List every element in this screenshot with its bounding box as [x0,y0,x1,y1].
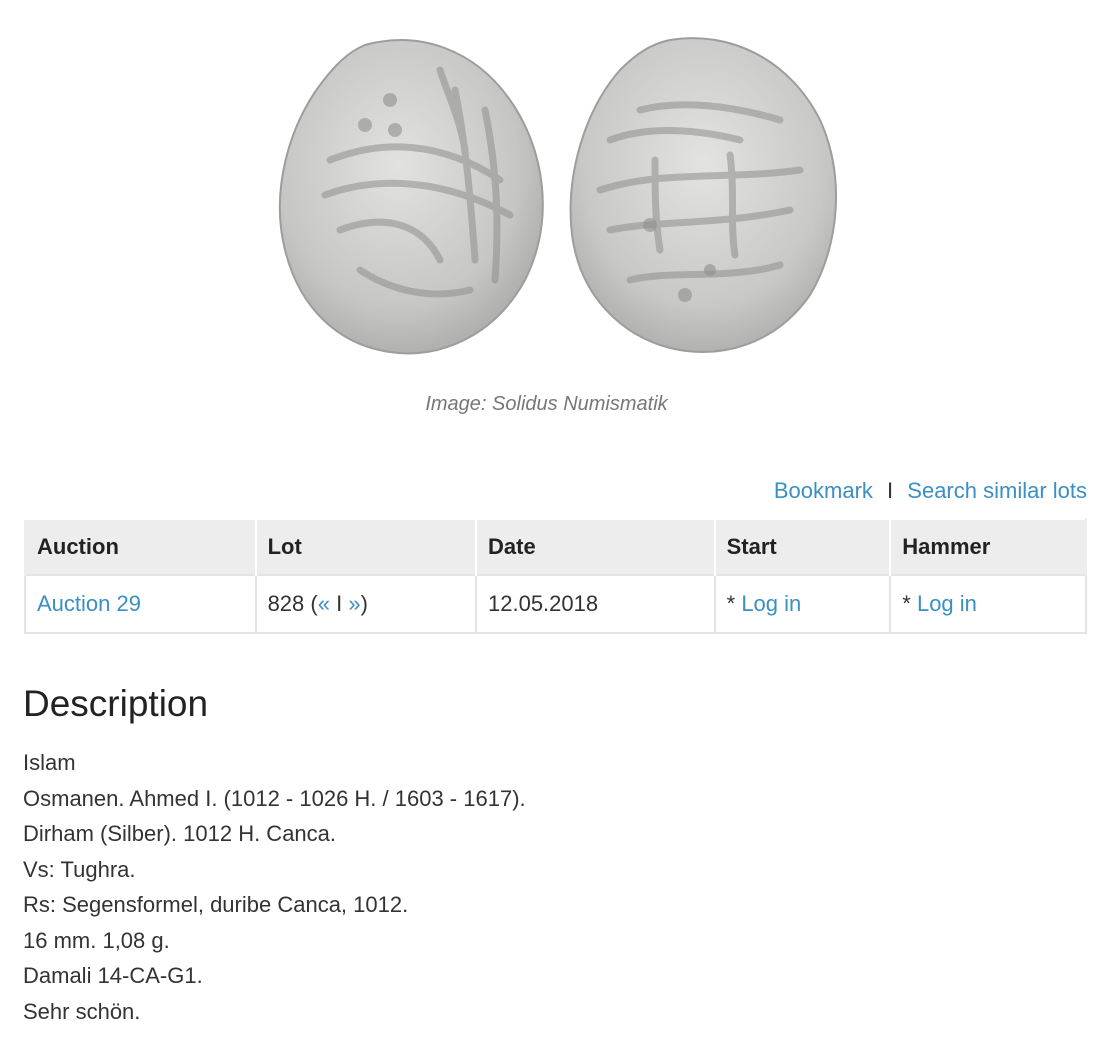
column-header-auction: Auction [24,518,257,575]
hammer-login-link[interactable]: Log in [917,591,977,616]
actions-separator: I [887,478,894,503]
lot-close-paren: ) [360,591,368,616]
lot-nav-separator: I [329,591,349,616]
coin-image[interactable] [0,0,1093,380]
description-line: Islam [23,750,76,775]
coin-obverse-image [278,39,544,355]
column-header-date: Date [475,518,716,575]
image-caption: Image: Solidus Numismatik [425,393,668,415]
description-body: Islam Osmanen. Ahmed I. (1012 - 1026 H. … [23,749,526,1033]
column-header-start: Start [713,518,892,575]
description-line: 16 mm. 1,08 g. [23,927,170,953]
description-line: Damali 14-CA-G1. [23,963,203,988]
auction-link[interactable]: Auction 29 [37,591,141,616]
description-line: Osmanen. Ahmed I. (1012 - 1026 H. / 1603… [23,785,526,811]
date-cell: 12.05.2018 [475,574,716,634]
table-header-row: Auction Lot Date Start Hammer [24,518,1087,575]
column-header-lot: Lot [254,518,478,575]
start-login-link[interactable]: Log in [741,591,801,616]
hammer-cell: * Log in [889,574,1087,634]
previous-lot-link[interactable]: « [318,591,330,616]
column-header-hammer: Hammer [889,518,1087,575]
lot-number: 828 ( [267,591,318,616]
description-line: Vs: Tughra. [23,856,136,882]
auction-cell: Auction 29 [24,574,257,634]
table-row: Auction 29 828 (« I ») 12.05.2018 * Log … [24,574,1087,634]
lot-actions: Bookmark I Search similar lots [774,478,1087,504]
next-lot-link[interactable]: » [348,591,360,616]
lot-table: Auction Lot Date Start Hammer Auction 29… [24,518,1087,634]
lot-cell: 828 (« I ») [254,574,478,634]
description-line: Rs: Segensformel, duribe Canca, 1012. [23,892,409,917]
coin-reverse-image [569,37,838,353]
start-prefix: * [726,591,742,616]
description-heading: Description [23,683,209,724]
hammer-prefix: * [902,591,917,616]
description-line: Sehr schön. [23,998,141,1024]
bookmark-link[interactable]: Bookmark [774,478,873,503]
start-cell: * Log in [713,574,892,634]
search-similar-lots-link[interactable]: Search similar lots [907,478,1087,503]
description-line: Dirham (Silber). 1012 H. Canca. [23,821,337,846]
